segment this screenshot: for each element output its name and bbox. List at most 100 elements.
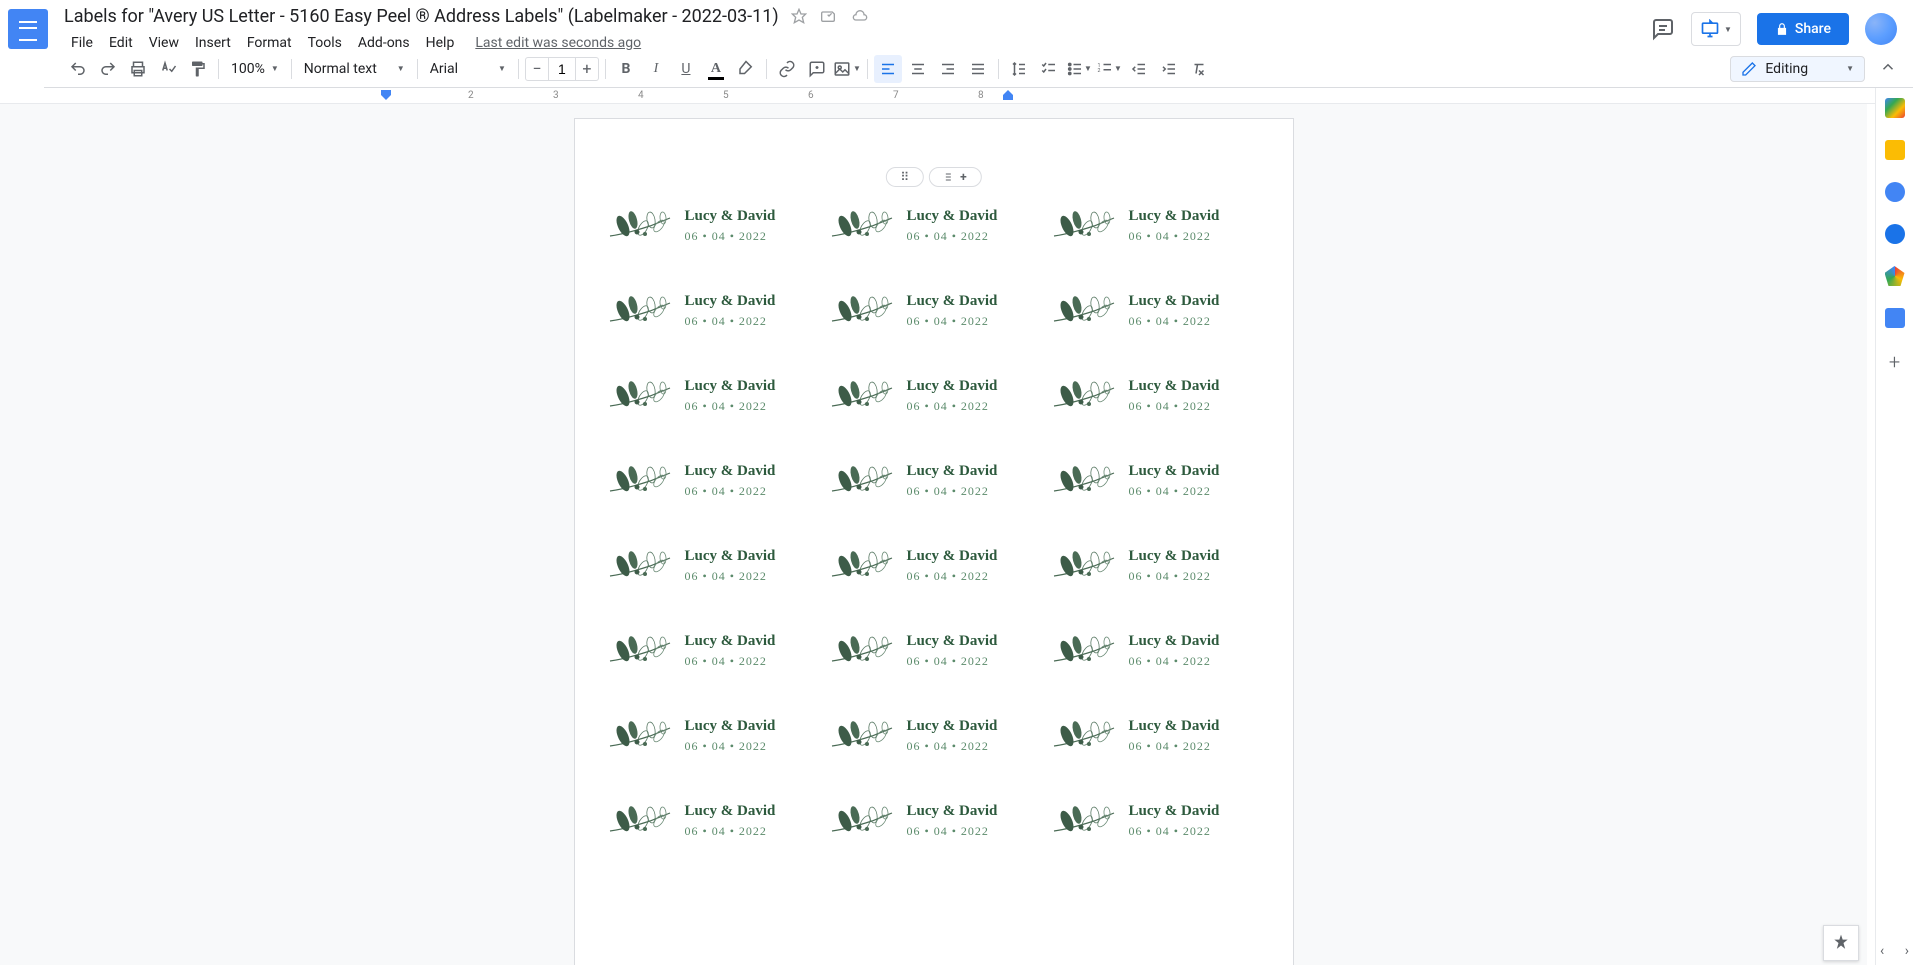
- ruler-number: 5: [723, 90, 729, 101]
- last-edit-link[interactable]: Last edit was seconds ago: [475, 35, 641, 51]
- label-cell[interactable]: Lucy & David 06 • 04 • 2022: [1045, 778, 1267, 863]
- menu-file[interactable]: File: [64, 31, 100, 55]
- docs-app-icon[interactable]: [8, 9, 48, 49]
- bullet-list-button[interactable]: ▼: [1065, 55, 1093, 83]
- label-cell[interactable]: Lucy & David 06 • 04 • 2022: [601, 523, 823, 608]
- separator: [518, 59, 519, 79]
- print-button[interactable]: [124, 55, 152, 83]
- label-names: Lucy & David: [1129, 718, 1220, 735]
- checklist-button[interactable]: [1035, 55, 1063, 83]
- label-cell[interactable]: Lucy & David 06 • 04 • 2022: [601, 183, 823, 268]
- text-color-button[interactable]: A: [702, 55, 730, 83]
- avatar[interactable]: [1865, 13, 1897, 45]
- align-left-button[interactable]: [874, 55, 902, 83]
- font-size-decrease[interactable]: −: [526, 58, 548, 80]
- page[interactable]: ⠿ + Lucy & David 06 • 04 • 2022 Lucy & D…: [574, 118, 1294, 965]
- indent-increase-button[interactable]: [1155, 55, 1183, 83]
- menu-insert[interactable]: Insert: [188, 31, 238, 55]
- label-cell[interactable]: Lucy & David 06 • 04 • 2022: [1045, 608, 1267, 693]
- maps-addon-icon[interactable]: [1885, 266, 1905, 286]
- editing-mode-select[interactable]: Editing ▼: [1730, 56, 1865, 82]
- spellcheck-button[interactable]: [154, 55, 182, 83]
- olive-branch-icon: [827, 375, 897, 417]
- label-cell[interactable]: Lucy & David 06 • 04 • 2022: [1045, 268, 1267, 353]
- font-size-increase[interactable]: +: [576, 58, 598, 80]
- chevron-left-icon[interactable]: ‹: [1880, 943, 1884, 959]
- align-center-button[interactable]: [904, 55, 932, 83]
- label-cell[interactable]: Lucy & David 06 • 04 • 2022: [601, 778, 823, 863]
- label-cell[interactable]: Lucy & David 06 • 04 • 2022: [1045, 523, 1267, 608]
- label-cell[interactable]: Lucy & David 06 • 04 • 2022: [823, 523, 1045, 608]
- label-names: Lucy & David: [907, 378, 998, 395]
- canvas-area[interactable]: ⠿ + Lucy & David 06 • 04 • 2022 Lucy & D…: [0, 104, 1867, 965]
- label-cell[interactable]: Lucy & David 06 • 04 • 2022: [1045, 438, 1267, 523]
- comment-button[interactable]: [803, 55, 831, 83]
- zoom-select[interactable]: 100% ▼: [225, 55, 285, 83]
- separator: [218, 59, 219, 79]
- format-paint-button[interactable]: [184, 55, 212, 83]
- redo-button[interactable]: [94, 55, 122, 83]
- line-spacing-button[interactable]: [1005, 55, 1033, 83]
- label-cell[interactable]: Lucy & David 06 • 04 • 2022: [823, 183, 1045, 268]
- indent-decrease-button[interactable]: [1125, 55, 1153, 83]
- label-cell[interactable]: Lucy & David 06 • 04 • 2022: [601, 268, 823, 353]
- tasks-addon-icon[interactable]: [1885, 182, 1905, 202]
- star-icon[interactable]: [791, 8, 807, 24]
- label-cell[interactable]: Lucy & David 06 • 04 • 2022: [1045, 183, 1267, 268]
- collapse-toolbar-button[interactable]: [1879, 58, 1897, 80]
- move-icon[interactable]: [821, 8, 837, 24]
- label-cell[interactable]: Lucy & David 06 • 04 • 2022: [823, 353, 1045, 438]
- bold-button[interactable]: B: [612, 55, 640, 83]
- number-list-button[interactable]: 12▼: [1095, 55, 1123, 83]
- cloud-icon[interactable]: [851, 8, 869, 24]
- comments-icon[interactable]: [1651, 17, 1675, 41]
- paragraph-style-select[interactable]: Normal text ▼: [298, 55, 411, 83]
- olive-branch-icon: [827, 630, 897, 672]
- font-select[interactable]: Arial ▼: [424, 55, 512, 83]
- table-insert-button[interactable]: +: [929, 167, 982, 187]
- italic-button[interactable]: I: [642, 55, 670, 83]
- label-cell[interactable]: Lucy & David 06 • 04 • 2022: [823, 778, 1045, 863]
- label-cell[interactable]: Lucy & David 06 • 04 • 2022: [601, 608, 823, 693]
- label-cell[interactable]: Lucy & David 06 • 04 • 2022: [823, 268, 1045, 353]
- indent-marker-left[interactable]: [381, 90, 391, 105]
- align-justify-button[interactable]: [964, 55, 992, 83]
- contacts-addon-icon[interactable]: [1885, 224, 1905, 244]
- side-panel-arrows: ‹ ›: [1876, 943, 1913, 959]
- present-button[interactable]: ▼: [1691, 12, 1741, 46]
- label-cell[interactable]: Lucy & David 06 • 04 • 2022: [823, 693, 1045, 778]
- separator: [417, 59, 418, 79]
- get-addons-button[interactable]: +: [1889, 350, 1900, 374]
- menu-edit[interactable]: Edit: [102, 31, 140, 55]
- image-button[interactable]: ▼: [833, 55, 861, 83]
- underline-button[interactable]: U: [672, 55, 700, 83]
- clear-format-button[interactable]: [1185, 55, 1213, 83]
- label-cell[interactable]: Lucy & David 06 • 04 • 2022: [823, 438, 1045, 523]
- menu-view[interactable]: View: [142, 31, 186, 55]
- label-cell[interactable]: Lucy & David 06 • 04 • 2022: [601, 693, 823, 778]
- undo-button[interactable]: [64, 55, 92, 83]
- doc-title[interactable]: Labels for "Avery US Letter - 5160 Easy …: [64, 6, 779, 27]
- label-cell[interactable]: Lucy & David 06 • 04 • 2022: [1045, 353, 1267, 438]
- explore-button[interactable]: [1823, 925, 1859, 961]
- calendar-addon-icon[interactable]: [1885, 98, 1905, 118]
- share-button[interactable]: Share: [1757, 13, 1849, 45]
- menu-help[interactable]: Help: [419, 31, 462, 55]
- indent-marker-right[interactable]: [1003, 90, 1013, 105]
- menu-tools[interactable]: Tools: [301, 31, 349, 55]
- label-cell[interactable]: Lucy & David 06 • 04 • 2022: [1045, 693, 1267, 778]
- labelmaker-addon-icon[interactable]: [1885, 308, 1905, 328]
- highlight-button[interactable]: [732, 55, 760, 83]
- table-drag-handle[interactable]: ⠿: [885, 167, 924, 187]
- chevron-right-icon[interactable]: ›: [1905, 943, 1909, 959]
- align-right-button[interactable]: [934, 55, 962, 83]
- menu-format[interactable]: Format: [240, 31, 299, 55]
- horizontal-ruler[interactable]: 12345678: [0, 88, 1875, 104]
- menu-addons[interactable]: Add-ons: [351, 31, 417, 55]
- label-cell[interactable]: Lucy & David 06 • 04 • 2022: [601, 438, 823, 523]
- link-button[interactable]: [773, 55, 801, 83]
- label-cell[interactable]: Lucy & David 06 • 04 • 2022: [601, 353, 823, 438]
- font-size-input[interactable]: [548, 58, 576, 80]
- keep-addon-icon[interactable]: [1885, 140, 1905, 160]
- label-cell[interactable]: Lucy & David 06 • 04 • 2022: [823, 608, 1045, 693]
